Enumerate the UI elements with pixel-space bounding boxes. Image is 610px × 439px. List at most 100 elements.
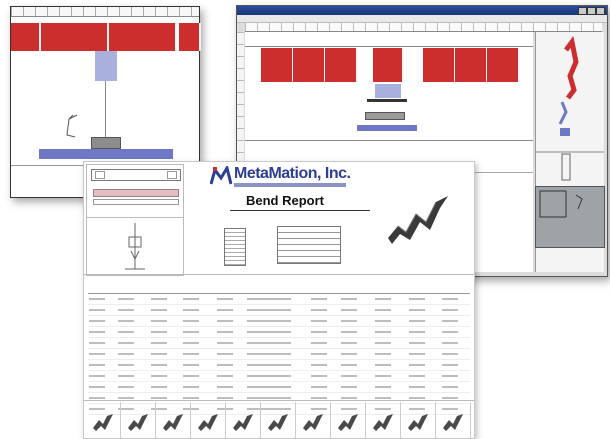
cell-text-placeholder (117, 320, 134, 323)
table-cell (216, 326, 247, 338)
cell-text-placeholder (217, 331, 234, 334)
minimize-button[interactable] (578, 7, 587, 15)
table-cell (340, 293, 374, 305)
table-cell (116, 315, 151, 327)
cell-text-placeholder (183, 320, 200, 323)
upper-tool-segment[interactable] (261, 48, 294, 82)
cell-text-placeholder (247, 309, 292, 312)
cell-text-placeholder (89, 375, 105, 378)
tool-sketch (93, 189, 179, 197)
table-cell (246, 293, 310, 305)
table-row (88, 381, 470, 393)
horizontal-ruler (245, 23, 602, 32)
cell-text-placeholder (183, 386, 200, 389)
table-cell (441, 337, 470, 349)
table-cell (407, 359, 442, 371)
cell-text-placeholder (117, 364, 134, 367)
cell-text-placeholder (151, 386, 168, 389)
punch[interactable] (95, 51, 117, 81)
upper-tool-segment[interactable] (373, 48, 404, 82)
upper-tool-segment[interactable] (41, 23, 109, 51)
table-cell (373, 337, 408, 349)
table-row (88, 370, 470, 382)
cell-text-placeholder (217, 375, 234, 378)
cell-text-placeholder (341, 342, 358, 345)
cell-text-placeholder (183, 353, 200, 356)
cell-text-placeholder (117, 309, 134, 312)
table-cell (182, 359, 217, 371)
guide-line (245, 46, 533, 47)
cell-text-placeholder (247, 364, 292, 367)
cell-text-placeholder (151, 309, 168, 312)
cell-text-placeholder (151, 364, 168, 367)
table-cell (246, 370, 310, 382)
die-base[interactable] (357, 125, 417, 131)
die-block[interactable] (365, 112, 405, 120)
upper-tool-segment[interactable] (455, 48, 488, 82)
cell-text-placeholder (183, 342, 200, 345)
upper-tool-segment[interactable] (487, 48, 520, 82)
overview-minimap[interactable] (535, 186, 605, 248)
cell-text-placeholder (89, 342, 105, 345)
menu-bar[interactable] (237, 15, 607, 23)
table-cell (373, 359, 408, 371)
table-cell (216, 359, 247, 371)
punch[interactable] (375, 84, 401, 98)
cell-text-placeholder (151, 298, 168, 301)
bend-step-thumbnail (296, 402, 331, 438)
cell-text-placeholder (408, 309, 425, 312)
table-header (246, 281, 310, 294)
setup-sketch-panel (86, 164, 184, 276)
cell-text-placeholder (247, 386, 292, 389)
table-cell (150, 337, 183, 349)
cell-text-placeholder (408, 353, 425, 356)
upper-tool-segment[interactable] (109, 23, 177, 51)
table-cell (88, 315, 117, 327)
table-cell (88, 326, 117, 338)
cell-text-placeholder (217, 298, 234, 301)
table-cell (441, 304, 470, 316)
cell-text-placeholder (310, 298, 327, 301)
upper-tool-segment[interactable] (325, 48, 358, 82)
cell-text-placeholder (89, 353, 105, 356)
cell-text-placeholder (341, 309, 358, 312)
horizontal-ruler (11, 7, 199, 17)
die-base[interactable] (39, 149, 173, 159)
table-cell (116, 370, 151, 382)
bend-step-thumbnail (121, 402, 156, 438)
table-cell (116, 359, 151, 371)
table-cell (407, 315, 442, 327)
cell-text-placeholder (341, 298, 358, 301)
bent-part-icon (163, 414, 183, 431)
cell-text-placeholder (310, 331, 327, 334)
die-block[interactable] (91, 137, 121, 149)
table-cell (116, 293, 151, 305)
table-cell (373, 326, 408, 338)
upper-tool-segment[interactable] (179, 23, 201, 51)
cell-text-placeholder (442, 375, 459, 378)
upper-tool-segment[interactable] (423, 48, 456, 82)
upper-tool-segment[interactable] (11, 23, 41, 51)
bend-report-page: MetaMation, Inc. Bend Report (83, 161, 475, 439)
cell-text-placeholder (341, 364, 358, 367)
cell-text-placeholder (408, 342, 425, 345)
close-button[interactable] (596, 7, 605, 15)
cell-text-placeholder (341, 320, 358, 323)
cell-text-placeholder (442, 386, 459, 389)
table-cell (246, 348, 310, 360)
table-cell (441, 359, 470, 371)
table-row (88, 326, 470, 338)
part-3d-icon (388, 196, 448, 244)
table-line (245, 140, 533, 141)
upper-tool-segment[interactable] (293, 48, 326, 82)
table-cell (373, 370, 408, 382)
maximize-button[interactable] (587, 7, 596, 15)
bend-step-thumbnail (86, 402, 121, 438)
cell-text-placeholder (183, 298, 200, 301)
cell-text-placeholder (310, 397, 327, 400)
table-header-row (88, 281, 470, 294)
table-row (88, 359, 470, 371)
cell-text-placeholder (310, 320, 327, 323)
table-cell (216, 304, 247, 316)
cell-text-placeholder (374, 386, 391, 389)
